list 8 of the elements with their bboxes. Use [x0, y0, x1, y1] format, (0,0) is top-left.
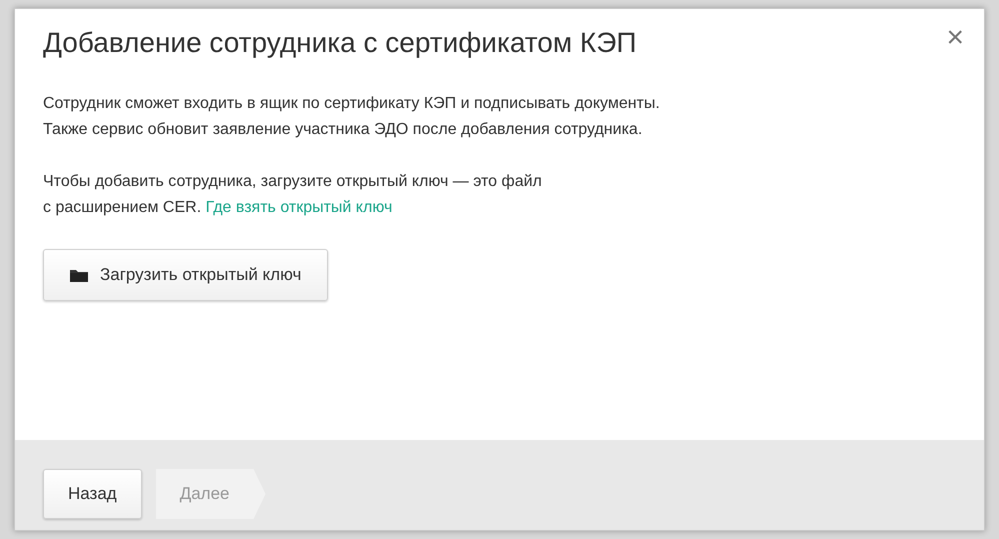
close-button[interactable]: ×: [946, 23, 964, 53]
dialog-title: Добавление сотрудника с сертификатом КЭП: [43, 26, 636, 60]
description-text: Чтобы добавить сотрудника, загрузите открытый ключ — это файл с расширением CER. Где взять открытый ключ: [43, 172, 543, 218]
folder-icon: [70, 268, 88, 282]
upload-key-button[interactable]: Загрузить открытый ключ: [43, 249, 328, 301]
back-button[interactable]: Назад: [43, 469, 142, 519]
description-text: Сотрудник сможет входить в ящик по сертификату КЭП и подписывать документы. Также сервис обновит заявление участника ЭДО после добавления сотрудника.: [43, 94, 661, 140]
help-link[interactable]: Где взять открытый ключ: [206, 199, 392, 216]
